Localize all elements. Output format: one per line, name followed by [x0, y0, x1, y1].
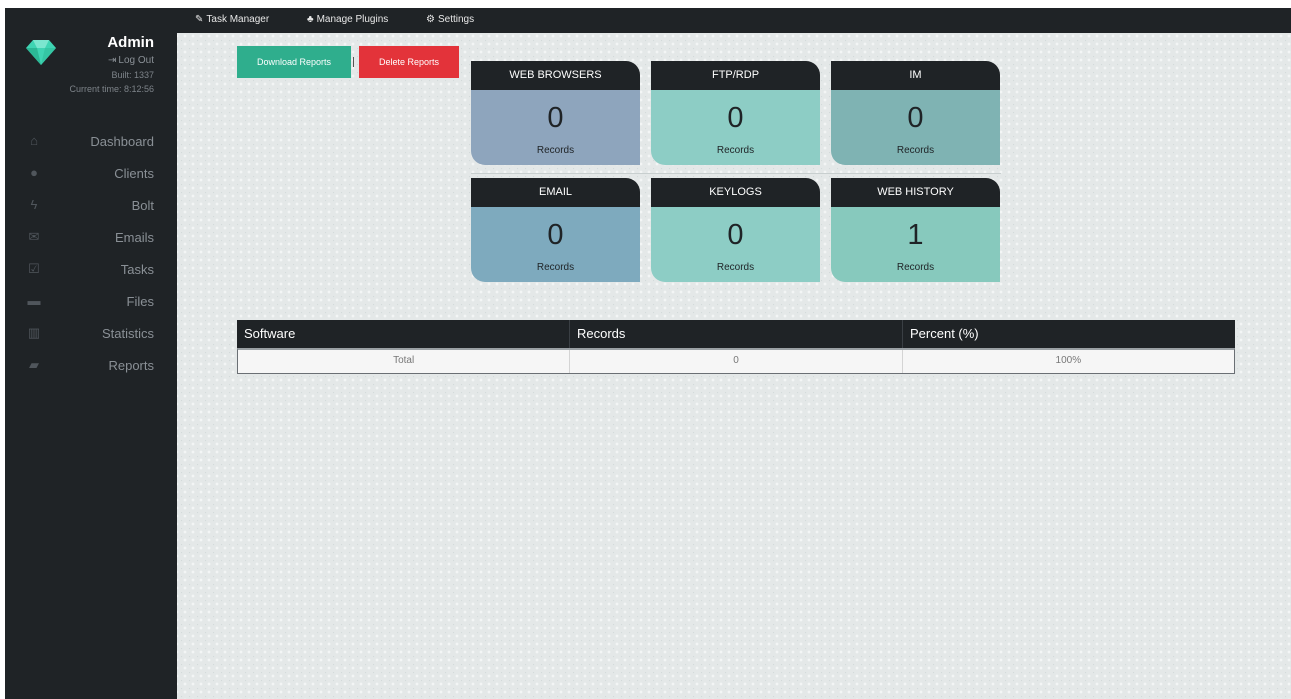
- sidebar-nav: ⌂ Dashboard ● Clients ϟ Bolt ✉ Emails ☑ …: [5, 126, 177, 382]
- home-icon: ⌂: [30, 133, 38, 148]
- card-value: 0: [727, 219, 744, 251]
- cards-divider: [471, 173, 1001, 174]
- bar-chart-icon: ▥: [27, 325, 41, 340]
- download-reports-button[interactable]: Download Reports: [237, 46, 351, 78]
- sidebar-item-label: Files: [126, 294, 154, 309]
- card-title: WEB HISTORY: [831, 178, 1000, 207]
- card-web-history: WEB HISTORY 1 Records: [831, 178, 1000, 282]
- table-header: Software Records Percent (%): [237, 320, 1235, 348]
- card-title: WEB BROWSERS: [471, 61, 640, 90]
- table-row: Total 0 100%: [237, 348, 1235, 374]
- card-body: 1 Records: [831, 207, 1000, 282]
- task-manager-label: Task Manager: [206, 14, 270, 25]
- bolt-icon: ϟ: [30, 197, 38, 212]
- manage-plugins-label: Manage Plugins: [316, 14, 389, 25]
- card-im: IM 0 Records: [831, 61, 1000, 165]
- sign-out-icon: ⇥: [108, 55, 117, 66]
- diamond-icon: [26, 40, 56, 65]
- card-subtitle: Records: [716, 145, 755, 156]
- sidebar-item-dashboard[interactable]: ⌂ Dashboard: [5, 126, 177, 158]
- sidebar-item-emails[interactable]: ✉ Emails: [5, 222, 177, 254]
- card-body: 0 Records: [471, 90, 640, 165]
- manage-plugins-link[interactable]: ♣ Manage Plugins: [307, 13, 388, 27]
- card-body: 0 Records: [651, 90, 820, 165]
- table-cell-percent: 100%: [901, 350, 1234, 373]
- card-title: IM: [831, 61, 1000, 90]
- delete-reports-button[interactable]: Delete Reports: [359, 46, 459, 78]
- sidebar-item-label: Bolt: [131, 198, 154, 213]
- column-header-software[interactable]: Software: [237, 320, 569, 348]
- sidebar-item-label: Statistics: [101, 326, 154, 341]
- sidebar-item-reports[interactable]: ▰ Reports: [5, 350, 177, 382]
- button-separator: [353, 57, 354, 67]
- software-records-table: Software Records Percent (%) Total 0 100…: [237, 320, 1235, 374]
- card-value: 0: [907, 102, 924, 134]
- card-subtitle: Records: [896, 145, 935, 156]
- table-cell-records: 0: [569, 350, 901, 373]
- card-value: 0: [547, 219, 564, 251]
- sidebar-item-bolt[interactable]: ϟ Bolt: [5, 190, 177, 222]
- card-body: 0 Records: [651, 207, 820, 282]
- sitemap-icon: ♣: [307, 14, 314, 25]
- folder-icon: ▬: [27, 293, 41, 308]
- settings-link[interactable]: ⚙ Settings: [426, 13, 474, 27]
- card-title: EMAIL: [471, 178, 640, 207]
- book-icon: ▰: [29, 357, 39, 372]
- sidebar-item-statistics[interactable]: ▥ Statistics: [5, 318, 177, 350]
- card-value: 1: [907, 219, 924, 251]
- card-web-browsers: WEB BROWSERS 0 Records: [471, 61, 640, 165]
- card-subtitle: Records: [716, 262, 755, 273]
- gears-icon: ⚙: [426, 14, 435, 25]
- sidebar-item-clients[interactable]: ● Clients: [5, 158, 177, 190]
- envelope-icon: ✉: [28, 229, 40, 244]
- card-value: 0: [547, 102, 564, 134]
- sidebar-item-label: Emails: [114, 230, 154, 245]
- edit-icon: ✎: [195, 14, 204, 25]
- card-subtitle: Records: [896, 262, 935, 273]
- checkbox-icon: ☑: [28, 261, 40, 276]
- current-time: Current time: 8:12:56: [69, 84, 154, 94]
- column-header-percent[interactable]: Percent (%): [902, 320, 1235, 348]
- sidebar-item-label: Tasks: [120, 262, 154, 277]
- card-subtitle: Records: [536, 262, 575, 273]
- sidebar: Admin ⇥ Log Out Built: 1337 Current time:…: [5, 8, 177, 699]
- sidebar-item-label: Reports: [108, 358, 154, 373]
- app-frame: Admin ⇥ Log Out Built: 1337 Current time:…: [5, 8, 1291, 699]
- top-navbar: ✎ Task Manager ♣ Manage Plugins ⚙ Settings: [177, 8, 1291, 33]
- card-body: 0 Records: [471, 207, 640, 282]
- build-info: Built: 1337: [111, 70, 154, 80]
- card-title: KEYLOGS: [651, 178, 820, 207]
- card-title: FTP/RDP: [651, 61, 820, 90]
- table-cell-software: Total: [393, 355, 415, 366]
- card-subtitle: Records: [536, 145, 575, 156]
- card-value: 0: [727, 102, 744, 134]
- card-email: EMAIL 0 Records: [471, 178, 640, 282]
- sidebar-item-tasks[interactable]: ☑ Tasks: [5, 254, 177, 286]
- sidebar-item-label: Dashboard: [90, 134, 154, 149]
- sidebar-item-files[interactable]: ▬ Files: [5, 286, 177, 318]
- task-manager-link[interactable]: ✎ Task Manager: [195, 13, 269, 27]
- card-keylogs: KEYLOGS 0 Records: [651, 178, 820, 282]
- card-ftp-rdp: FTP/RDP 0 Records: [651, 61, 820, 165]
- user-icon: ●: [30, 165, 38, 180]
- column-header-records[interactable]: Records: [569, 320, 902, 348]
- logout-label: Log Out: [118, 55, 154, 66]
- admin-block: Admin ⇥ Log Out Built: 1337 Current time:…: [69, 34, 154, 96]
- settings-label: Settings: [437, 14, 475, 25]
- sidebar-item-label: Clients: [114, 166, 154, 181]
- admin-name: Admin: [107, 34, 154, 51]
- logout-link[interactable]: ⇥ Log Out: [69, 54, 154, 68]
- card-body: 0 Records: [831, 90, 1000, 165]
